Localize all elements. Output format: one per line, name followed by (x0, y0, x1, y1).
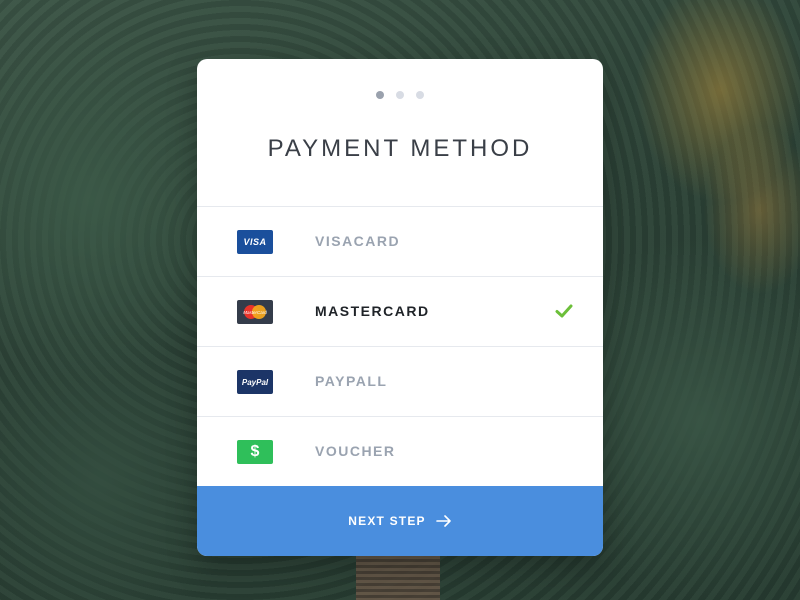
visa-logo-icon: VISA (237, 230, 273, 254)
voucher-logo-text: $ (250, 443, 260, 460)
payment-option-label: MASTERCARD (315, 303, 430, 319)
payment-option-visacard[interactable]: VISA VISACARD (197, 206, 603, 276)
voucher-dollar-icon: $ (237, 440, 273, 464)
step-indicator (197, 91, 603, 99)
payment-option-label: VISACARD (315, 233, 401, 249)
visa-logo-text: VISA (243, 237, 267, 247)
page-title: PAYMENT METHOD (267, 135, 533, 162)
checkmark-icon (555, 304, 573, 318)
paypal-logo-icon: PayPal (237, 370, 273, 394)
arrow-right-icon (435, 515, 451, 527)
bridge-image (356, 556, 440, 600)
payment-option-voucher[interactable]: $ VOUCHER (197, 416, 603, 486)
payment-method-list: VISA VISACARD MasterCard MASTERCARD PayP… (197, 206, 603, 486)
payment-option-paypal[interactable]: PayPal PAYPALL (197, 346, 603, 416)
mastercard-logo-icon: MasterCard (237, 300, 273, 324)
paypal-logo-text: PayPal (241, 377, 269, 387)
payment-option-label: PAYPALL (315, 373, 388, 389)
payment-option-mastercard[interactable]: MasterCard MASTERCARD (197, 276, 603, 346)
step-dot-1[interactable] (376, 91, 384, 99)
next-step-button[interactable]: NEXT STEP (197, 486, 603, 556)
step-dot-2[interactable] (396, 91, 404, 99)
mastercard-logo-text: MasterCard (243, 310, 267, 315)
payment-method-card: PAYMENT METHOD VISA VISACARD MasterCard … (197, 59, 603, 556)
next-step-label: NEXT STEP (348, 514, 426, 528)
mastercard-circles-icon: MasterCard (243, 305, 267, 319)
payment-option-label: VOUCHER (315, 443, 396, 459)
step-dot-3[interactable] (416, 91, 424, 99)
